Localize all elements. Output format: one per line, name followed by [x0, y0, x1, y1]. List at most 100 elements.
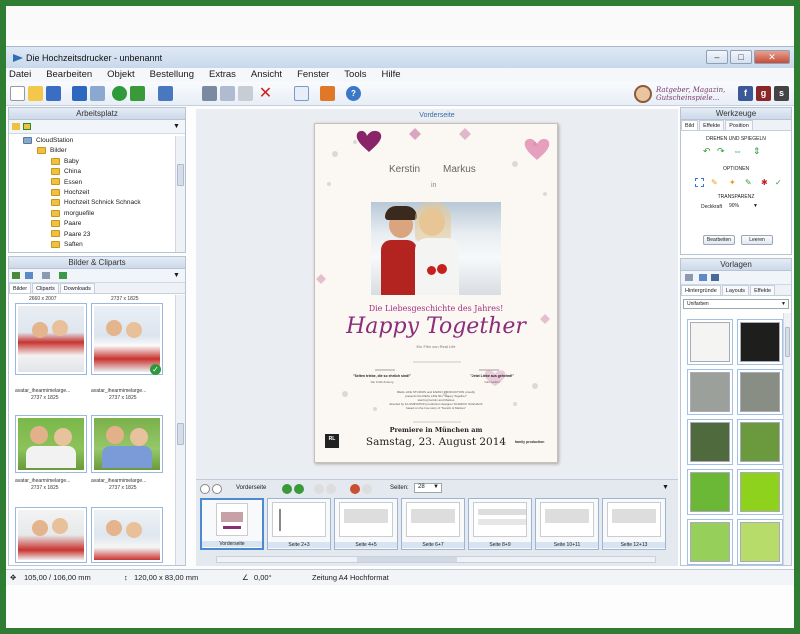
tree-item[interactable]: morguefile	[23, 209, 141, 219]
cliparts-scrollbar[interactable]	[175, 295, 185, 565]
next-icon[interactable]	[212, 484, 222, 494]
facebook-icon[interactable]: f	[738, 86, 753, 101]
image-thumb[interactable]	[91, 507, 163, 563]
menu-tools[interactable]: Tools	[344, 68, 366, 82]
page-thumb-front[interactable]: Vorderseite	[200, 498, 264, 550]
tree-item[interactable]: Paare 23	[23, 230, 141, 240]
menu-datei[interactable]: Datei	[9, 68, 31, 82]
canvas-area[interactable]: Vorderseite Kerstin Markus in Die Liebes…	[196, 109, 678, 479]
copy-icon[interactable]	[220, 86, 235, 101]
menu-hilfe[interactable]: Hilfe	[381, 68, 400, 82]
move-left-icon[interactable]	[314, 484, 324, 494]
swatch-frame[interactable]	[687, 469, 733, 515]
menu-fenster[interactable]: Fenster	[297, 68, 329, 82]
page-thumb[interactable]: Seite 2+3	[267, 498, 331, 550]
new-document-icon[interactable]	[10, 86, 25, 101]
import-icon[interactable]	[25, 272, 33, 279]
cut-icon[interactable]	[202, 86, 217, 101]
workspace-scrollbar[interactable]	[175, 136, 185, 252]
couple-photo[interactable]	[371, 202, 501, 295]
duplicate-page-icon[interactable]	[294, 484, 304, 494]
pages-count-select[interactable]: 28 ▼	[414, 483, 442, 493]
excel-icon[interactable]	[130, 86, 145, 101]
tab-cliparts[interactable]: Cliparts	[32, 283, 59, 293]
chevron-down-icon[interactable]: ▼	[173, 272, 180, 279]
refresh-icon[interactable]	[112, 86, 127, 101]
brush-icon[interactable]: ✎	[711, 178, 718, 187]
tab-downloads[interactable]: Downloads	[59, 283, 95, 293]
document-icon[interactable]	[294, 86, 309, 101]
menu-ansicht[interactable]: Ansicht	[251, 68, 282, 82]
filter-icon[interactable]	[59, 272, 67, 279]
menu-extras[interactable]: Extras	[209, 68, 236, 82]
swatch-frame[interactable]	[737, 419, 783, 465]
template-list-icon[interactable]	[711, 274, 719, 281]
swatch-frame[interactable]	[737, 519, 783, 565]
flip-vertical-icon[interactable]: ⇕	[753, 146, 761, 157]
red-eye-icon[interactable]: ✱	[761, 178, 768, 187]
tab-bilder[interactable]: Bilder	[9, 283, 32, 293]
image-thumb[interactable]	[91, 415, 163, 473]
page-thumb[interactable]: Seite 6+7	[401, 498, 465, 550]
swatch-frame[interactable]	[737, 469, 783, 515]
tree-item[interactable]: Hochzeit	[23, 188, 141, 198]
tab-effekte-vorlagen[interactable]: Effekte	[750, 285, 776, 295]
tab-bild[interactable]: Bild	[681, 120, 699, 130]
edit-button[interactable]: Bearbeiten	[703, 235, 735, 245]
brand-banner[interactable]: Ratgeber, Magazin, Gutscheinspiele...	[632, 84, 742, 104]
page-view-icon[interactable]	[72, 86, 87, 101]
page-thumb[interactable]: Seite 8+9	[468, 498, 532, 550]
tree-item[interactable]: Bilder	[23, 146, 141, 156]
help-icon[interactable]: ?	[346, 86, 361, 101]
pages-scrollbar[interactable]	[216, 556, 656, 563]
tree-item[interactable]: CloudStation	[23, 136, 141, 146]
chevron-down-icon[interactable]: ▼	[662, 484, 669, 491]
swatch-frame[interactable]	[737, 369, 783, 415]
swatch-frame[interactable]	[737, 319, 783, 365]
other-social-icon[interactable]: s	[774, 86, 789, 101]
rotate-right-icon[interactable]: ↷	[717, 146, 725, 157]
image-thumb[interactable]	[15, 415, 87, 473]
add-image-icon[interactable]	[12, 272, 20, 279]
swatch-frame[interactable]	[687, 419, 733, 465]
minimize-button[interactable]: –	[706, 50, 728, 64]
tree-item[interactable]: Baby	[23, 157, 141, 167]
crop-icon[interactable]	[695, 178, 704, 187]
tree-item[interactable]: China	[23, 167, 141, 177]
reset-icon[interactable]: ✓	[775, 178, 782, 187]
zoom-icon[interactable]	[42, 272, 50, 279]
tab-effekte[interactable]: Effekte	[699, 120, 725, 130]
swatch-frame[interactable]	[687, 319, 733, 365]
menu-bearbeiten[interactable]: Bearbeiten	[46, 68, 92, 82]
googleplus-icon[interactable]: g	[756, 86, 771, 101]
flip-horizontal-icon[interactable]: ⇔	[733, 146, 742, 156]
magic-icon[interactable]: ✦	[729, 178, 736, 187]
export-icon[interactable]	[90, 86, 105, 101]
save-icon[interactable]	[46, 86, 61, 101]
templates-scrollbar[interactable]	[783, 313, 791, 565]
swatch-frame[interactable]	[687, 369, 733, 415]
clear-button[interactable]: Leeren	[741, 235, 773, 245]
delete-icon[interactable]: ✕	[258, 86, 273, 102]
tab-hintergruende[interactable]: Hintergründe	[681, 285, 721, 295]
close-window-button[interactable]: ✕	[754, 50, 790, 64]
prev-icon[interactable]	[200, 484, 210, 494]
chevron-down-icon[interactable]: ▼	[173, 123, 180, 130]
tree-item[interactable]: Paare	[23, 219, 141, 229]
page-thumb[interactable]: Seite 10+11	[535, 498, 599, 550]
image-icon[interactable]	[320, 86, 335, 101]
rotate-left-icon[interactable]: ↶	[703, 146, 711, 157]
refresh-folder-icon[interactable]	[23, 123, 31, 130]
page-thumb[interactable]: Seite 12+13	[602, 498, 666, 550]
tree-item[interactable]: Hochzeit Schnick Schnack	[23, 198, 141, 208]
tree-item[interactable]: Essen	[23, 178, 141, 188]
color-icon[interactable]: ✎	[745, 178, 752, 187]
move-right-icon[interactable]	[326, 484, 336, 494]
template-category-select[interactable]: Unifarben ▼	[683, 299, 789, 309]
swatch-frame[interactable]	[687, 519, 733, 565]
tree-item[interactable]: Saften	[23, 240, 141, 250]
chevron-down-icon[interactable]: ▼	[753, 203, 758, 209]
menu-objekt[interactable]: Objekt	[107, 68, 134, 82]
paste-icon[interactable]	[238, 86, 253, 101]
tab-position[interactable]: Position	[725, 120, 753, 130]
